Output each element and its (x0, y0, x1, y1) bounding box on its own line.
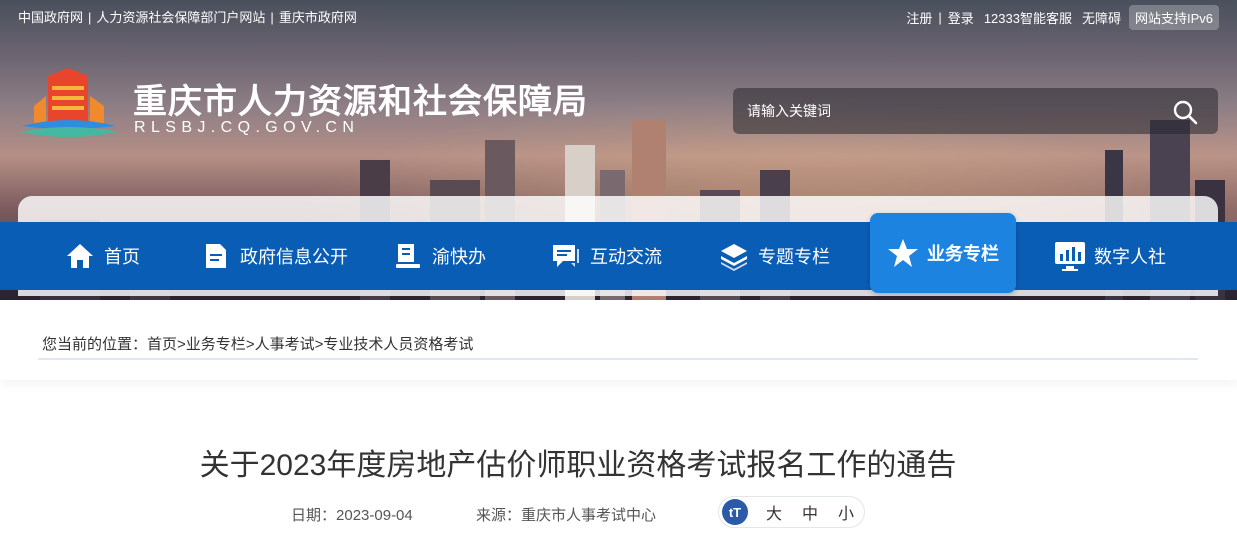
external-links: 中国政府网 | 人力资源社会保障部门户网站 | 重庆市政府网 (18, 7, 357, 26)
link-mohrss[interactable]: 人力资源社会保障部门户网站 (96, 10, 265, 25)
font-size-icon: tT (722, 499, 748, 525)
article-source: 来源：重庆市人事考试中心 (476, 504, 656, 525)
nav-item-label: 数字人社 (1094, 247, 1166, 267)
breadcrumb-exams[interactable]: 人事考试 (255, 336, 315, 353)
account-links: 注册 | 登录 12333智能客服 无障碍 网站支持IPv6 (906, 5, 1219, 30)
breadcrumb-home[interactable]: 首页 (147, 336, 177, 353)
breadcrumb-business[interactable]: 业务专栏 (186, 336, 246, 353)
home-icon (64, 240, 96, 272)
site-domain: RLSBJ.CQ.GOV.CN (134, 119, 360, 136)
source-value: 重庆市人事考试中心 (521, 507, 657, 524)
breadcrumb-prefix: 您当前的位置： (42, 336, 148, 353)
breadcrumb: 您当前的位置：首页>业务专栏>人事考试>专业技术人员资格考试 (42, 333, 473, 354)
nav-item-label: 渝快办 (432, 247, 486, 267)
nav-item-yukuaiban[interactable]: 渝快办 (392, 222, 486, 290)
book-stand-icon (392, 240, 424, 272)
breadcrumb-separator: > (177, 336, 186, 353)
link-cq-gov[interactable]: 重庆市政府网 (279, 10, 357, 25)
register-link[interactable]: 注册 (906, 8, 932, 27)
star-icon (887, 237, 919, 269)
nav-item-home[interactable]: 首页 (64, 222, 140, 290)
breadcrumb-divider (38, 358, 1198, 360)
font-small-button[interactable]: 小 (838, 500, 854, 524)
font-size-switcher: tT 大 中 小 (718, 496, 865, 528)
chat-icon (550, 240, 582, 272)
nav-item-label: 互动交流 (590, 247, 662, 267)
hotline-link[interactable]: 12333智能客服 (984, 8, 1072, 27)
date-label: 日期： (291, 507, 337, 524)
link-gov-cn[interactable]: 中国政府网 (18, 10, 83, 25)
nav-item-gov-info[interactable]: 政府信息公开 (200, 222, 348, 290)
nav-item-special-topics[interactable]: 专题专栏 (718, 222, 830, 290)
date-value: 2023-09-04 (336, 507, 413, 524)
main-nav: 首页 政府信息公开 渝快办 互动交流 专题专栏 业务专栏 数字人社 (0, 213, 1237, 293)
nav-item-business[interactable]: 业务专栏 (870, 213, 1016, 293)
font-medium-button[interactable]: 中 (802, 500, 818, 524)
breadcrumb-area: 您当前的位置：首页>业务专栏>人事考试>专业技术人员资格考试 (0, 300, 1237, 380)
article-date: 日期：2023-09-04 (291, 504, 413, 525)
breadcrumb-professional-exams[interactable]: 专业技术人员资格考试 (323, 336, 473, 353)
breadcrumb-separator: > (245, 336, 255, 353)
monitor-chart-icon (1054, 240, 1086, 272)
nav-item-interaction[interactable]: 互动交流 (550, 222, 662, 290)
top-utility-bar: 中国政府网 | 人力资源社会保障部门户网站 | 重庆市政府网 注册 | 登录 12333… (0, 0, 1237, 30)
search-input[interactable] (747, 88, 1167, 134)
search-icon[interactable] (1172, 99, 1198, 125)
article-title: 关于2023年度房地产估价师职业资格考试报名工作的通告 (199, 449, 957, 482)
document-icon (200, 240, 232, 272)
site-title: 重庆市人力资源和社会保障局 (133, 83, 588, 121)
nav-item-digital-hr[interactable]: 数字人社 (1054, 222, 1166, 290)
nav-item-label: 专题专栏 (758, 247, 830, 267)
accessibility-link[interactable]: 无障碍 (1082, 8, 1121, 27)
nav-item-label: 业务专栏 (927, 244, 999, 264)
layers-icon (718, 240, 750, 272)
separator: | (938, 10, 942, 25)
ipv6-badge: 网站支持IPv6 (1128, 5, 1219, 30)
separator: | (88, 10, 92, 25)
nav-item-label: 首页 (104, 247, 140, 267)
nav-item-label: 政府信息公开 (240, 247, 348, 267)
font-large-button[interactable]: 大 (766, 500, 782, 524)
login-link[interactable]: 登录 (948, 8, 974, 27)
search-box (733, 88, 1218, 134)
separator: | (270, 10, 274, 25)
bureau-logo-icon (20, 68, 118, 137)
source-label: 来源： (476, 507, 522, 524)
